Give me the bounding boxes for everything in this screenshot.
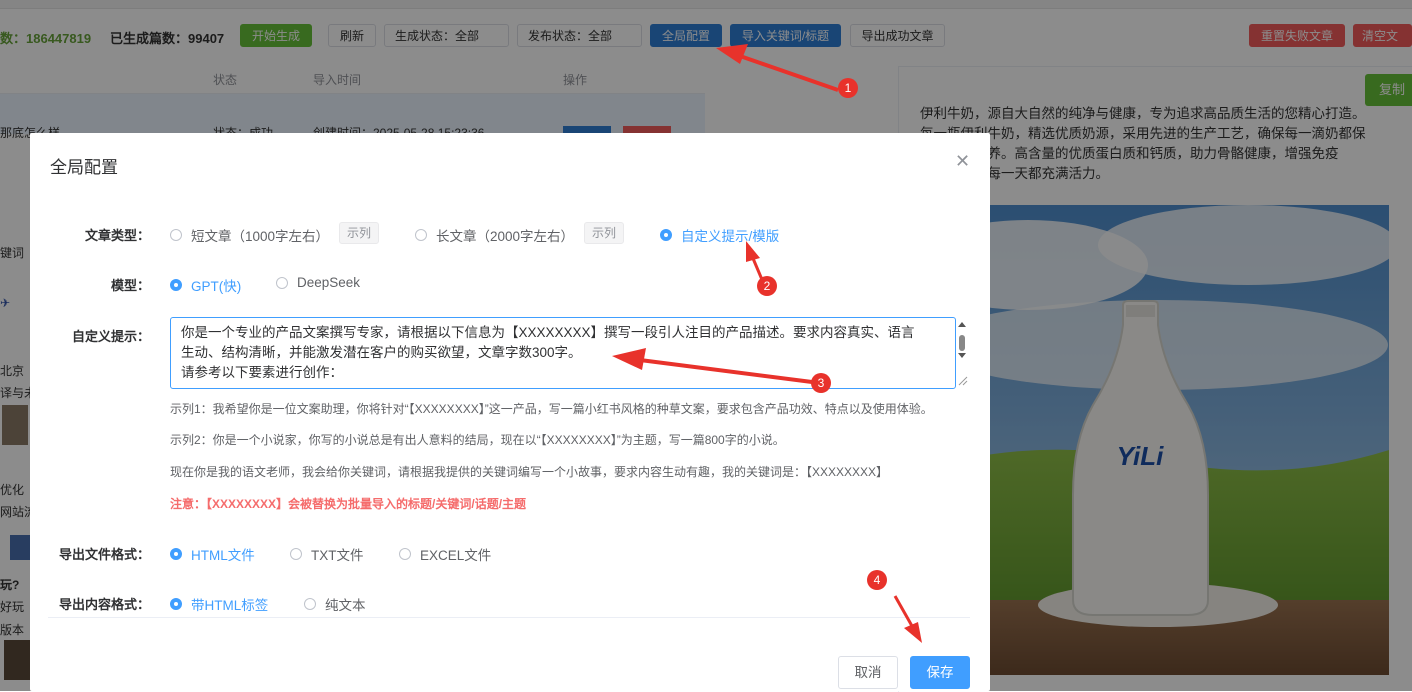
save-button[interactable]: 保存 bbox=[910, 656, 970, 689]
radio-short-article[interactable]: 短文章（1000字左右） bbox=[170, 225, 329, 245]
radio-icon bbox=[415, 229, 427, 241]
radio-icon bbox=[276, 276, 288, 289]
radio-content-html[interactable]: 带HTML标签 bbox=[170, 594, 268, 614]
export-format-label: 导出文件格式： bbox=[58, 547, 150, 562]
warning-note: 注意：【XXXXXXXX】会被替换为批量导入的标题/关键词/话题/主题 bbox=[170, 497, 527, 511]
radio-export-html[interactable]: HTML文件 bbox=[170, 544, 255, 564]
dialog-title: 全局配置 bbox=[50, 158, 118, 177]
footer-divider bbox=[48, 617, 970, 618]
radio-icon bbox=[399, 548, 411, 560]
hint-example-3: 现在你是我的语文老师，我会给你关键词，请根据我提供的关键词编写一个小故事，要求内… bbox=[170, 465, 889, 479]
cancel-button[interactable]: 取消 bbox=[838, 656, 898, 689]
radio-export-txt[interactable]: TXT文件 bbox=[290, 544, 364, 564]
close-icon[interactable]: ✕ bbox=[955, 151, 970, 172]
model-label: 模型： bbox=[110, 278, 150, 293]
global-config-dialog: 全局配置 ✕ 文章类型： 短文章（1000字左右） 示列 长文章（2000字左右… bbox=[30, 133, 990, 691]
article-type-label: 文章类型： bbox=[84, 228, 150, 243]
hint-example-2: 示列2：你是一个小说家，你写的小说总是有出人意料的结局，现在以“【XXXXXXX… bbox=[170, 433, 785, 447]
radio-icon bbox=[290, 548, 302, 560]
hint-example-1: 示列1：我希望你是一位文案助理，你将针对“【XXXXXXXX】”这一产品，写一篇… bbox=[170, 402, 933, 416]
radio-content-plain[interactable]: 纯文本 bbox=[304, 594, 366, 614]
long-example-tag[interactable]: 示列 bbox=[584, 222, 625, 244]
radio-icon bbox=[304, 598, 316, 610]
short-example-tag[interactable]: 示列 bbox=[339, 222, 380, 244]
custom-prompt-label: 自定义提示： bbox=[71, 329, 150, 344]
radio-icon bbox=[170, 598, 182, 610]
custom-prompt-textarea[interactable]: 你是一个专业的产品文案撰写专家，请根据以下信息为【XXXXXXXX】撰写一段引人… bbox=[170, 317, 956, 389]
radio-icon bbox=[170, 548, 182, 560]
radio-long-article[interactable]: 长文章（2000字左右） bbox=[415, 225, 574, 245]
radio-model-gpt[interactable]: GPT(快) bbox=[170, 275, 241, 295]
textarea-scrollbar[interactable] bbox=[955, 319, 969, 387]
radio-export-excel[interactable]: EXCEL文件 bbox=[399, 544, 491, 564]
radio-model-deepseek[interactable]: DeepSeek bbox=[276, 275, 360, 290]
radio-custom-prompt[interactable]: 自定义提示/模版 bbox=[660, 225, 779, 245]
radio-icon bbox=[170, 229, 182, 241]
radio-icon bbox=[170, 279, 182, 291]
radio-icon bbox=[660, 229, 672, 241]
content-format-label: 导出内容格式： bbox=[58, 597, 150, 612]
